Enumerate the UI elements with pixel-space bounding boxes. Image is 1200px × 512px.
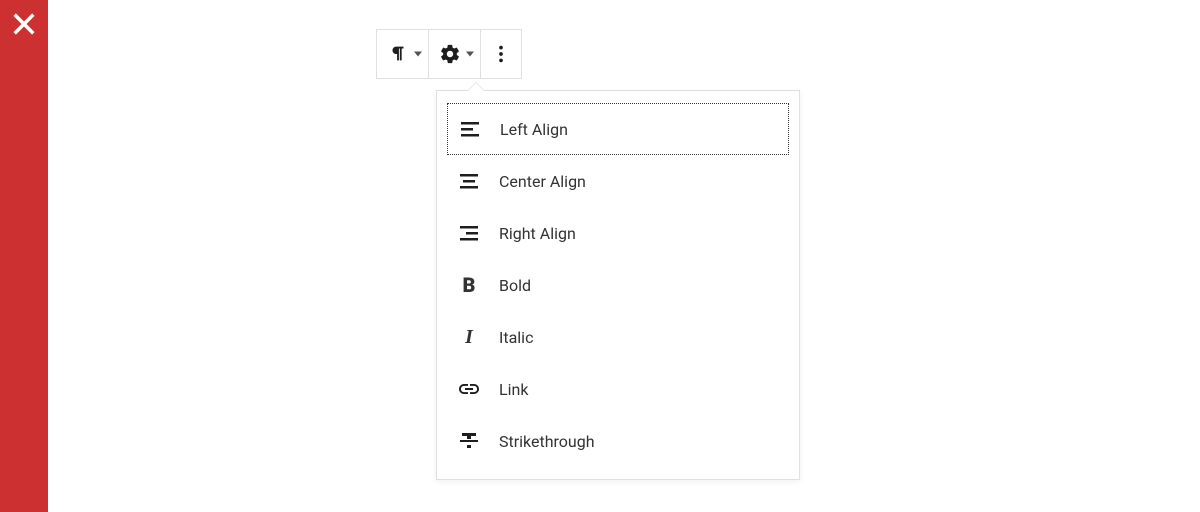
more-options-button[interactable] [481, 30, 521, 78]
menu-item-right-align[interactable]: Right Align [437, 207, 799, 259]
paragraph-button[interactable] [377, 30, 429, 78]
settings-button[interactable] [429, 30, 481, 78]
menu-item-link[interactable]: Link [437, 363, 799, 415]
menu-item-bold[interactable]: B Bold [437, 259, 799, 311]
menu-item-label: Center Align [499, 172, 586, 191]
block-toolbar [376, 29, 522, 79]
align-right-icon [457, 221, 481, 245]
menu-item-label: Bold [499, 276, 531, 295]
menu-item-label: Right Align [499, 224, 576, 243]
menu-item-strikethrough[interactable]: Strikethrough [437, 415, 799, 467]
menu-item-left-align[interactable]: Left Align [447, 103, 789, 155]
bold-icon: B [457, 273, 481, 297]
chevron-down-icon [414, 52, 422, 57]
strikethrough-icon [457, 429, 481, 453]
align-left-icon [458, 117, 482, 141]
menu-item-label: Link [499, 380, 528, 399]
link-icon [457, 377, 481, 401]
menu-item-label: Strikethrough [499, 432, 595, 451]
italic-icon: I [457, 326, 481, 349]
gear-icon [439, 43, 461, 65]
format-dropdown: Left Align Center Align Right Align B Bo… [436, 90, 800, 480]
close-sidebar[interactable] [0, 0, 48, 512]
chevron-down-icon [466, 52, 474, 57]
menu-item-center-align[interactable]: Center Align [437, 155, 799, 207]
paragraph-icon [387, 43, 409, 65]
menu-item-italic[interactable]: I Italic [437, 311, 799, 363]
menu-item-label: Left Align [500, 120, 568, 139]
more-vertical-icon [490, 43, 512, 65]
align-center-icon [457, 169, 481, 193]
menu-item-label: Italic [499, 328, 533, 347]
close-icon [10, 10, 38, 38]
